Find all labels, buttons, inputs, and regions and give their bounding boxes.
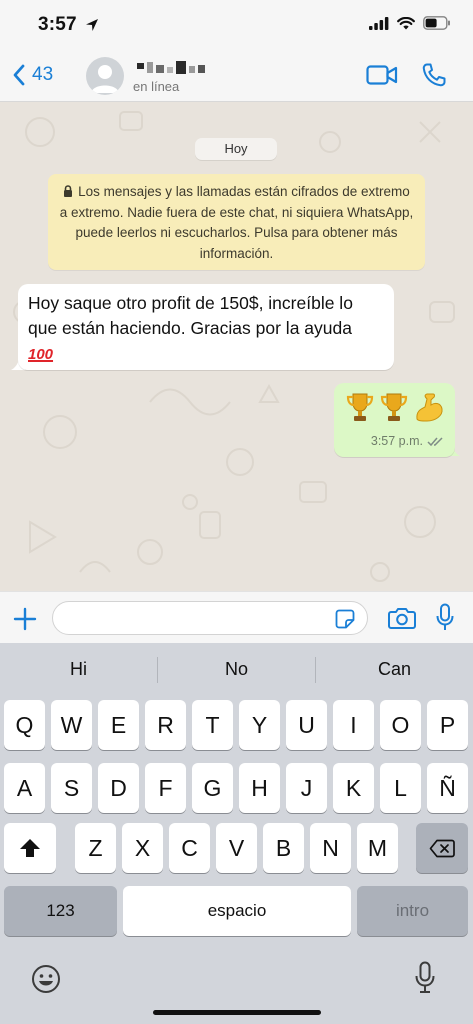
key-o[interactable]: O [380,700,421,750]
key-j[interactable]: J [286,763,327,813]
key-w[interactable]: W [51,700,92,750]
suggestion-bar: Hi No Can [0,643,473,695]
plus-icon[interactable] [12,606,38,632]
dictation-icon[interactable] [414,961,436,995]
backspace-key[interactable] [416,823,468,873]
microphone-icon[interactable] [435,603,455,633]
key-s[interactable]: S [51,763,92,813]
back-chevron-icon [13,64,25,86]
key-z[interactable]: Z [75,823,116,873]
cellular-signal-icon [369,16,389,30]
suggestion-item[interactable]: Can [316,643,473,695]
emoji-icon[interactable] [31,964,61,994]
suggestion-item[interactable]: Hi [0,643,157,695]
key-p[interactable]: P [427,700,468,750]
key-b[interactable]: B [263,823,304,873]
message-input[interactable] [52,601,368,635]
shift-icon [20,839,40,857]
space-key[interactable]: espacio [123,886,351,936]
key-f[interactable]: F [145,763,186,813]
trophy-emoji-icon [380,393,408,421]
unread-count: 43 [32,64,54,85]
key-c[interactable]: C [169,823,210,873]
location-arrow-icon [86,19,98,31]
key-l[interactable]: L [380,763,421,813]
key-e[interactable]: E [98,700,139,750]
key-a[interactable]: A [4,763,45,813]
suggestion-item[interactable]: No [158,643,315,695]
avatar-placeholder-icon [91,65,119,93]
key-u[interactable]: U [286,700,327,750]
contact-status: en línea [133,79,180,94]
key-d[interactable]: D [98,763,139,813]
message-meta: 3:57 p.m. [371,434,445,448]
double-check-read-icon [427,436,443,446]
wifi-icon [397,16,415,29]
keyboard-bottom-bar [0,939,473,1024]
key-i[interactable]: I [333,700,374,750]
key-t[interactable]: T [192,700,233,750]
back-button[interactable]: 43 [12,60,53,90]
contact-name-redacted[interactable] [137,59,205,75]
encryption-notice[interactable]: Los mensajes y las llamadas están cifrad… [48,174,425,270]
backspace-icon [429,839,455,857]
input-bar [0,591,473,643]
home-indicator[interactable] [153,1010,321,1015]
key-n[interactable]: N [310,823,351,873]
message-time: 3:57 p.m. [370,434,423,448]
date-chip: Hoy [195,138,277,160]
key-k[interactable]: K [333,763,374,813]
key-y[interactable]: Y [239,700,280,750]
key-m[interactable]: M [357,823,398,873]
phone-icon[interactable] [421,62,447,88]
key-g[interactable]: G [192,763,233,813]
keyboard: Hi No Can Q W E R T Y U I O P A S D F G … [0,643,473,1024]
key-n-tilde[interactable]: Ñ [427,763,468,813]
key-q[interactable]: Q [4,700,45,750]
trophy-emoji-icon [346,393,374,421]
flexed-biceps-emoji-icon [416,393,443,422]
chat-area[interactable]: Hoy Los mensajes y las llamadas están ci… [0,102,473,591]
message-text: Hoy saque otro profit de 150$, increíble… [28,293,353,338]
battery-icon [423,16,450,30]
avatar[interactable] [86,57,124,95]
camera-icon[interactable] [388,606,416,630]
emoji-message [345,391,445,423]
numbers-key[interactable]: 123 [4,886,117,936]
key-x[interactable]: X [122,823,163,873]
sticker-icon[interactable] [335,609,355,629]
status-bar: 3:57 [0,0,473,50]
status-icons [369,16,451,30]
video-call-icon[interactable] [366,64,398,86]
key-h[interactable]: H [239,763,280,813]
return-key[interactable]: intro [357,886,468,936]
hundred-points-emoji: 100 [28,346,54,363]
key-v[interactable]: V [216,823,257,873]
shift-key[interactable] [4,823,56,873]
chat-header: 43 en línea [0,50,473,102]
status-time: 3:57 [38,14,77,35]
incoming-message-bubble[interactable]: Hoy saque otro profit de 150$, increíble… [18,284,394,370]
key-r[interactable]: R [145,700,186,750]
outgoing-message-bubble[interactable]: 3:57 p.m. [334,383,455,457]
encryption-notice-text: Los mensajes y las llamadas están cifrad… [59,184,414,261]
lock-icon [64,185,73,197]
